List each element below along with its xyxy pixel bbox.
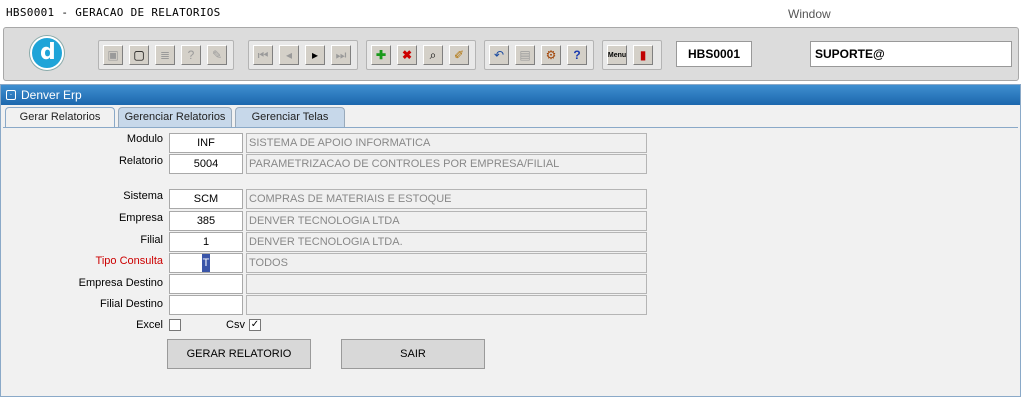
window-title: HBS0001 - GERACAO DE RELATORIOS: [6, 6, 221, 19]
clear-icon[interactable]: ✐: [449, 45, 469, 65]
modulo-desc: SISTEMA DE APOIO INFORMATICA: [246, 133, 647, 153]
print-icon[interactable]: ≣: [155, 45, 175, 65]
paste-icon[interactable]: ▤: [515, 45, 535, 65]
tab-gerenciar-telas[interactable]: Gerenciar Telas: [235, 107, 345, 127]
filial-label: Filial: [140, 234, 163, 246]
empresa-destino-input[interactable]: [169, 274, 243, 294]
empresa-destino-desc: [246, 274, 647, 294]
menu-icon[interactable]: Menu: [607, 45, 627, 65]
toolbar-area: d ▣ ▢ ≣ ? ✎ ⏮ ◂ ▸ ⏭ ✚ ✖ ⌕ ✐ ↶ ▤ ⚙ ? Menu: [0, 26, 1021, 82]
module-code-field: HBS0001: [676, 41, 752, 67]
empresa-label: Empresa: [118, 212, 163, 224]
filial-input[interactable]: 1: [169, 232, 243, 252]
window-menu[interactable]: Window: [788, 7, 831, 21]
erp-header: · Denver Erp: [1, 85, 1020, 105]
csv-label: Csv: [226, 319, 245, 331]
filial-destino-desc: [246, 295, 647, 315]
first-record-icon[interactable]: ⏮: [253, 45, 273, 65]
screen-icon[interactable]: ▢: [129, 45, 149, 65]
user-field: SUPORTE@: [810, 41, 1012, 67]
tipo-consulta-label: Tipo Consulta: [95, 255, 163, 267]
toolbar-group-record: ✚ ✖ ⌕ ✐: [366, 40, 476, 70]
undo-icon[interactable]: ↶: [489, 45, 509, 65]
csv-checkbox[interactable]: ✓: [249, 319, 261, 331]
toolbar-group-file: ▣ ▢ ≣ ? ✎: [98, 40, 234, 70]
tipo-consulta-desc: TODOS: [246, 253, 647, 273]
filial-destino-label: Filial Destino: [100, 298, 163, 310]
exit-icon[interactable]: ▮: [633, 45, 653, 65]
window-icon: ·: [6, 90, 16, 100]
query-icon[interactable]: ⌕: [423, 45, 443, 65]
toolbar-group-tools: ↶ ▤ ⚙ ?: [484, 40, 594, 70]
sistema-input[interactable]: SCM: [169, 189, 243, 209]
delete-record-icon[interactable]: ✖: [397, 45, 417, 65]
toolbar: d ▣ ▢ ≣ ? ✎ ⏮ ◂ ▸ ⏭ ✚ ✖ ⌕ ✐ ↶ ▤ ⚙ ? Menu: [3, 27, 1019, 81]
modulo-input[interactable]: INF: [169, 133, 243, 153]
erp-window: · Denver Erp Gerar Relatorios Gerenciar …: [0, 84, 1021, 397]
tipo-consulta-input[interactable]: T: [169, 253, 243, 273]
empresa-input[interactable]: 385: [169, 211, 243, 231]
sistema-desc: COMPRAS DE MATERIAIS E ESTOQUE: [246, 189, 647, 209]
modulo-label: Modulo: [126, 133, 163, 145]
title-bar: HBS0001 - GERACAO DE RELATORIOS Window: [0, 0, 1021, 26]
tab-gerar-relatorios[interactable]: Gerar Relatorios: [5, 107, 115, 128]
insert-record-icon[interactable]: ✚: [371, 45, 391, 65]
help-query-icon[interactable]: ?: [181, 45, 201, 65]
form-content: Modulo INF SISTEMA DE APOIO INFORMATICA …: [3, 127, 1018, 395]
last-record-icon[interactable]: ⏭: [331, 45, 351, 65]
toolbar-group-menu: Menu ▮: [602, 40, 662, 70]
next-record-icon[interactable]: ▸: [305, 45, 325, 65]
tab-gerenciar-relatorios[interactable]: Gerenciar Relatorios: [118, 107, 232, 127]
prev-record-icon[interactable]: ◂: [279, 45, 299, 65]
gerar-relatorio-button[interactable]: GERAR RELATORIO: [167, 339, 311, 369]
empresa-desc: DENVER TECNOLOGIA LTDA: [246, 211, 647, 231]
help-icon[interactable]: ?: [567, 45, 587, 65]
relatorio-label: Relatorio: [118, 155, 163, 167]
empresa-destino-label: Empresa Destino: [78, 277, 163, 289]
sistema-label: Sistema: [123, 190, 163, 202]
relatorio-input[interactable]: 5004: [169, 154, 243, 174]
app-logo-icon: d: [30, 36, 64, 70]
sair-button[interactable]: SAIR: [341, 339, 485, 369]
filial-desc: DENVER TECNOLOGIA LTDA.: [246, 232, 647, 252]
tipo-consulta-value: T: [201, 254, 211, 272]
erp-header-title: Denver Erp: [21, 88, 82, 102]
relatorio-desc: PARAMETRIZACAO DE CONTROLES POR EMPRESA/…: [246, 154, 647, 174]
toolbar-group-nav: ⏮ ◂ ▸ ⏭: [248, 40, 358, 70]
edit-query-icon[interactable]: ✎: [207, 45, 227, 65]
save-icon[interactable]: ▣: [103, 45, 123, 65]
filial-destino-input[interactable]: [169, 295, 243, 315]
tools-icon[interactable]: ⚙: [541, 45, 561, 65]
